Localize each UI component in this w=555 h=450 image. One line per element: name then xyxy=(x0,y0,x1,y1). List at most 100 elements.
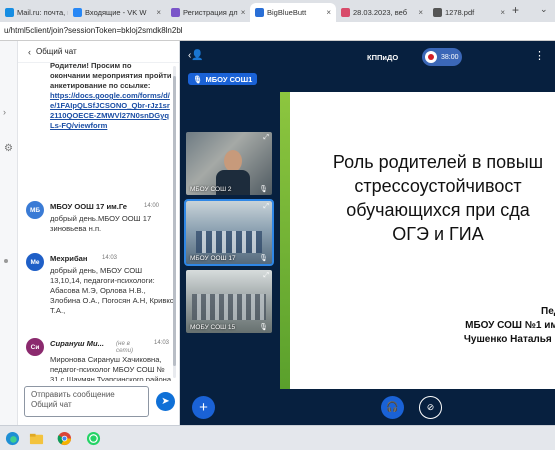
message-time: 14:03 xyxy=(154,340,170,346)
avatar: МБ xyxy=(26,201,44,219)
users-list-toggle-icon[interactable]: ‹👤 xyxy=(188,50,204,61)
chat-message: Ме Мехрибан 14:03 добрый день, МБОУ СОШ … xyxy=(26,253,176,333)
chevron-left-icon[interactable]: ‹ xyxy=(28,47,31,57)
tab-close-icon[interactable]: × xyxy=(326,8,331,17)
tab-search-chevron-icon[interactable]: ⌄ xyxy=(540,4,548,15)
slide-author-line: Педагог xyxy=(541,306,555,317)
slide-title-line: стрессоустойчивост xyxy=(354,176,522,196)
chat-messages: Родители! Просим по окончании мероприяти… xyxy=(18,63,179,381)
chat-title: Общий чат xyxy=(36,47,77,56)
camera-off-icon: ⊘ xyxy=(426,402,435,412)
slide-author: Педагог МБОУ СОШ №1 им. А.Е Чушенко Ната… xyxy=(380,305,555,347)
address-bar[interactable]: u/html5client/join?sessionToken=bkloj2sm… xyxy=(0,22,555,41)
browser-tab[interactable]: Mail.ru: почта, п × xyxy=(0,3,68,22)
new-tab-icon[interactable]: + xyxy=(512,3,519,17)
message-text: Миронова Сирануш Хачиковна, педагог-псих… xyxy=(50,355,172,381)
message-author: МБОУ ООШ 17 им.Ге xyxy=(50,202,127,211)
tab-label: Входящие - VK W xyxy=(85,8,147,17)
browser-side-strip: › ⚙ xyxy=(0,41,18,425)
tab-label: Mail.ru: почта, п xyxy=(17,8,68,17)
folder-icon[interactable] xyxy=(29,431,44,446)
video-tile[interactable]: МБОУ СОШ 2 🎙 ⤢ xyxy=(186,132,272,195)
headphones-icon: 🎧 xyxy=(386,402,399,413)
url-text[interactable]: u/html5client/join?sessionToken=bkloj2sm… xyxy=(4,26,183,35)
edge-icon[interactable] xyxy=(5,431,20,446)
audio-button[interactable]: 🎧 xyxy=(381,396,404,419)
browser-tab[interactable]: 28.03.2023, веб × xyxy=(336,3,428,22)
expand-icon[interactable]: ⤢ xyxy=(263,272,269,280)
browser-tab-strip: Mail.ru: почта, п × Входящие - VK W × Ре… xyxy=(0,0,555,22)
expand-icon[interactable]: ⤢ xyxy=(263,203,269,211)
slide-title-line: обучающихся при сда xyxy=(346,200,530,220)
video-tile[interactable]: МБОУ ООШ 17 🎙 ⤢ xyxy=(184,199,274,266)
slide-author-line: МБОУ СОШ №1 им. А.Е xyxy=(465,320,555,331)
message-text: добрый день, МБОУ СОШ 13,10,14, педагоги… xyxy=(50,266,175,315)
message-text: добрый день.МБОУ ООШ 17 зиновьева н.п. xyxy=(50,214,152,233)
plus-icon: + xyxy=(199,399,208,416)
microphone-icon: 🎙 xyxy=(259,324,268,331)
presenter-badge: 🎙 МБОУ СОШ1 xyxy=(188,73,258,85)
message-author: Мехрибан xyxy=(50,254,88,263)
recording-time: 38:00 xyxy=(441,53,459,61)
tab-close-icon[interactable]: × xyxy=(241,8,246,17)
chat-message-input[interactable]: Отправить сообщение Общий чат xyxy=(24,386,149,417)
message-time: 14:03 xyxy=(102,255,118,261)
tab-close-icon[interactable]: × xyxy=(418,8,423,17)
gear-icon[interactable]: ⚙ xyxy=(4,143,13,154)
video-label: МОБУ СОШ 15 xyxy=(190,324,236,331)
browser-tab[interactable]: 1278.pdf × xyxy=(428,3,510,22)
tab-close-icon[interactable]: × xyxy=(156,8,161,17)
tab-label: BigBlueButt xyxy=(267,8,307,17)
tab-label: Регистрация дл xyxy=(183,8,238,17)
drag-handle-icon[interactable] xyxy=(4,259,8,263)
whatsapp-icon[interactable] xyxy=(86,431,101,446)
chat-message: Си Сирануш Ми... (не в сети) 14:03 Мирон… xyxy=(26,338,176,381)
message-author: Сирануш Ми... xyxy=(50,339,104,348)
browser-tab-active[interactable]: BigBlueButt × xyxy=(250,3,336,22)
video-tile[interactable]: МОБУ СОШ 15 🎙 ⤢ xyxy=(186,270,272,333)
tab-close-icon[interactable]: × xyxy=(500,8,505,17)
tab-favicon-icon xyxy=(255,8,264,17)
avatar: Си xyxy=(26,338,44,356)
collapse-arrow-icon[interactable]: › xyxy=(3,107,6,117)
microphone-icon: 🎙 xyxy=(259,186,268,193)
chat-message-first: Родители! Просим по окончании мероприяти… xyxy=(50,63,172,131)
browser-tab[interactable]: Регистрация дл × xyxy=(166,3,250,22)
tab-favicon-icon xyxy=(171,8,180,17)
expand-icon[interactable]: ⤢ xyxy=(263,134,269,142)
presenter-name: МБОУ СОШ1 xyxy=(205,74,253,84)
meeting-area: ‹👤 КППиДО 38:00 ⋮ 🎙 МБОУ СОШ1 МБОУ СОШ 2… xyxy=(180,41,555,425)
browser-tab[interactable]: Входящие - VK W × xyxy=(68,3,166,22)
record-icon xyxy=(425,51,437,63)
tab-label: 1278.pdf xyxy=(445,8,475,17)
send-icon: ➤ xyxy=(161,396,170,407)
recording-indicator[interactable]: 38:00 xyxy=(422,48,462,66)
microphone-icon: 🎙 xyxy=(259,255,268,262)
more-options-icon[interactable]: ⋮ xyxy=(534,49,545,62)
slide-accent-bar xyxy=(280,92,290,389)
send-button[interactable]: ➤ xyxy=(156,392,175,411)
survey-link[interactable]: https://docs.google.com/forms/d/e/1FAIpQ… xyxy=(50,91,170,130)
tab-favicon-icon xyxy=(341,8,350,17)
actions-button[interactable]: + xyxy=(192,396,215,419)
video-off-button[interactable]: ⊘ xyxy=(419,396,442,419)
slide-title-line: Роль родителей в повыш xyxy=(332,152,544,172)
chat-message: МБ МБОУ ООШ 17 им.Ге 14:00 добрый день.М… xyxy=(26,201,176,247)
os-taskbar xyxy=(0,425,555,450)
message-time: 14:00 xyxy=(144,203,160,209)
presentation-slide: Роль родителей в повыш стрессоустойчивос… xyxy=(280,92,555,389)
tab-favicon-icon xyxy=(433,8,442,17)
slide-title-line: ОГЭ и ГИА xyxy=(392,224,484,244)
video-label: МБОУ ООШ 17 xyxy=(190,255,236,262)
meeting-title: КППиДО xyxy=(367,53,399,62)
tab-favicon-icon xyxy=(73,8,82,17)
chrome-icon[interactable] xyxy=(57,431,72,446)
meeting-top-bar: ‹👤 КППиДО 38:00 ⋮ xyxy=(180,41,555,71)
microphone-icon: 🎙 xyxy=(193,74,203,84)
scrollbar-thumb[interactable] xyxy=(173,76,176,366)
chat-header[interactable]: ‹ Общий чат xyxy=(18,41,179,63)
message-text: Родители! Просим по окончании мероприяти… xyxy=(50,63,172,90)
avatar: Ме xyxy=(26,253,44,271)
chat-scrollbar[interactable] xyxy=(173,66,176,378)
video-label: МБОУ СОШ 2 xyxy=(190,186,232,193)
